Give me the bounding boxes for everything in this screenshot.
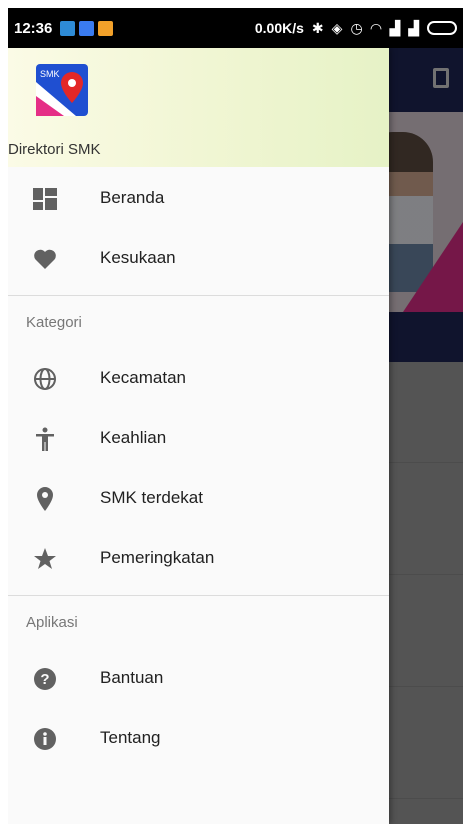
menu-item-kesukaan[interactable]: Kesukaan <box>8 228 389 288</box>
navigation-drawer: SMK Direktori SMK Beranda Kesukaan Kateg… <box>8 48 389 824</box>
info-icon <box>32 726 58 752</box>
menu-item-label: Bantuan <box>100 668 164 687</box>
menu-item-label: Kecamatan <box>100 368 186 387</box>
heart-icon <box>32 246 58 272</box>
location-pin-icon <box>32 486 58 512</box>
menu-item-label: Tentang <box>100 728 161 747</box>
signal-icon: ▟ <box>389 19 401 36</box>
app-logo-icon[interactable]: SMK <box>36 64 88 116</box>
menu-item-smk-terdekat[interactable]: SMK terdekat <box>8 468 389 528</box>
menu-item-bantuan[interactable]: ? Bantuan <box>8 648 389 708</box>
drawer-header: SMK Direktori SMK <box>8 48 389 167</box>
menu-item-label: Pemeringkatan <box>100 548 215 567</box>
battery-icon <box>427 21 457 35</box>
menu-item-tentang[interactable]: Tentang <box>8 708 389 768</box>
notification-icon <box>60 20 76 36</box>
network-speed: 0.00K/s <box>254 20 304 36</box>
alarm-icon: ◷ <box>350 19 363 36</box>
svg-text:?: ? <box>40 671 49 688</box>
menu-item-kecamatan[interactable]: Kecamatan <box>8 348 389 408</box>
notification-icon <box>98 20 114 36</box>
signal-icon: ▟ <box>408 19 419 36</box>
section-label-kategori: Kategori <box>26 313 82 331</box>
menu-item-label: Keahlian <box>100 428 167 447</box>
menu-item-keahlian[interactable]: Keahlian <box>8 408 389 468</box>
logo-text: SMK <box>40 69 60 79</box>
status-right: 0.00K/s ✱ ◈ ◷ ◠ ▟ ▟ <box>255 20 457 37</box>
dashboard-icon <box>32 186 58 212</box>
app-name: Direktori SMK <box>8 141 101 158</box>
vibrate-icon: ◈ <box>331 19 343 36</box>
bluetooth-icon: ✱ <box>311 19 324 36</box>
menu-item-label: Beranda <box>100 188 165 207</box>
globe-icon <box>32 366 58 392</box>
help-icon: ? <box>32 666 58 692</box>
status-time: 12:36 <box>14 19 53 37</box>
accessibility-icon <box>32 426 58 452</box>
menu-item-pemeringkatan[interactable]: Pemeringkatan <box>8 528 389 588</box>
menu-item-label: SMK terdekat <box>100 488 203 507</box>
menu-item-label: Kesukaan <box>100 248 176 267</box>
menu-item-beranda[interactable]: Beranda <box>8 168 389 228</box>
notification-icon <box>79 20 95 36</box>
section-label-aplikasi: Aplikasi <box>26 613 78 631</box>
wifi-icon: ◠ <box>370 19 382 36</box>
phone-screen: 12:36 0.00K/s ✱ ◈ ◷ ◠ ▟ ▟ SMK Direktori … <box>8 8 463 824</box>
star-icon <box>32 546 58 572</box>
status-bar: 12:36 0.00K/s ✱ ◈ ◷ ◠ ▟ ▟ <box>8 8 463 48</box>
